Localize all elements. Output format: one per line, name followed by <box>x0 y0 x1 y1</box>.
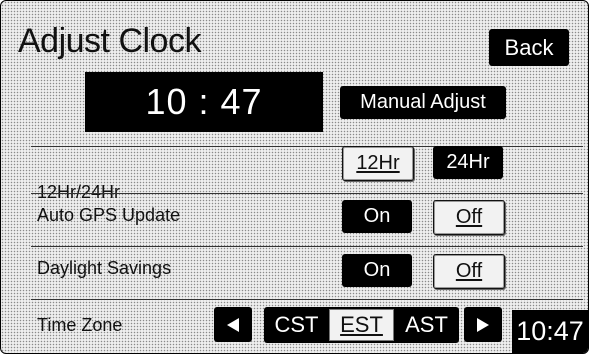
dst-label: Daylight Savings <box>37 258 172 278</box>
arrow-left-icon <box>227 317 239 332</box>
clock-display: 10 : 47 <box>85 72 323 132</box>
timezone-cst[interactable]: CST <box>264 307 329 343</box>
timezone-ast[interactable]: AST <box>394 307 459 343</box>
page-title: Adjust Clock <box>18 22 201 60</box>
24hr-button[interactable]: 24Hr <box>433 146 503 179</box>
arrow-right-icon <box>477 317 489 332</box>
timezone-prev-button[interactable] <box>214 307 252 342</box>
divider <box>31 193 583 194</box>
timezone-next-button[interactable] <box>464 307 502 342</box>
format-label: 12Hr/24Hr <box>37 182 121 202</box>
timezone-selector: CST EST AST <box>264 307 459 343</box>
dst-on-button[interactable]: On <box>342 254 412 287</box>
divider <box>31 246 583 247</box>
dst-off-button[interactable]: Off <box>433 254 505 289</box>
12hr-button[interactable]: 12Hr <box>342 146 414 181</box>
timezone-label: Time Zone <box>37 315 123 335</box>
gps-on-button[interactable]: On <box>342 200 412 233</box>
status-clock: 10:47 <box>512 310 588 353</box>
adjust-clock-screen: Adjust Clock Back 10 : 47 Manual Adjust … <box>0 0 589 354</box>
gps-off-button[interactable]: Off <box>433 200 505 235</box>
back-button[interactable]: Back <box>489 29 569 66</box>
manual-adjust-button[interactable]: Manual Adjust <box>340 86 506 119</box>
timezone-est[interactable]: EST <box>329 309 394 341</box>
divider <box>31 299 583 300</box>
gps-label: Auto GPS Update <box>37 205 181 225</box>
